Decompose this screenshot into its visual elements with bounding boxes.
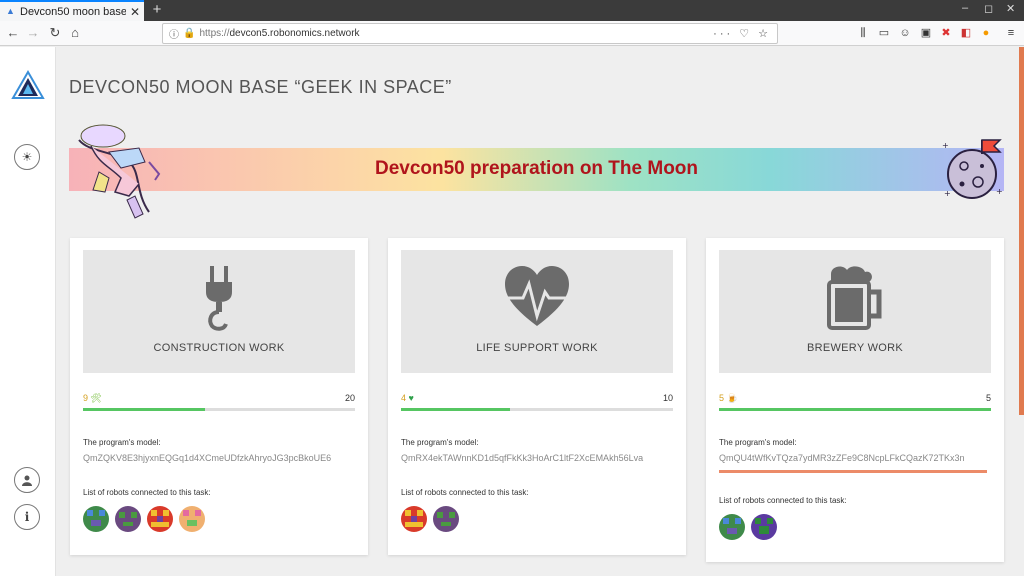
task-card-header: BREWERY WORK [719, 250, 991, 373]
progress-max: 20 [344, 393, 355, 403]
banner-title: Devcon50 preparation on The Moon [374, 158, 699, 179]
progress-max: 10 [662, 393, 673, 403]
astronaut-illustration [78, 124, 161, 219]
task-card-title: BREWERY WORK [806, 342, 904, 354]
task-card-header: CONSTRUCTION WORK [83, 250, 355, 373]
model-label: The program's model: [401, 438, 479, 447]
app-sidebar: ☀ i [0, 47, 56, 576]
page-title: DEVCON50 MOON BASE “GEEK IN SPACE” [69, 77, 452, 97]
robot-avatar[interactable] [401, 506, 427, 532]
robots-label: List of robots connected to this task: [719, 496, 847, 505]
sidebar-toggle-icon[interactable]: ▭ [877, 26, 891, 40]
lock-icon: 🔒 [183, 28, 196, 39]
extension-icon[interactable]: ● [979, 26, 993, 40]
progress-current: 4 ♥ [401, 393, 414, 403]
home-icon[interactable]: ⌂ [66, 24, 84, 42]
url-protocol: https:// [199, 28, 230, 39]
model-underline [719, 470, 987, 473]
progress-counts: 9 🛠 20 [83, 393, 355, 405]
extension-icon[interactable]: ✖ [939, 26, 953, 40]
task-card-construction[interactable]: CONSTRUCTION WORK 9 🛠 20 The program's m… [70, 238, 368, 555]
model-hash[interactable]: QmZQKV8E3hjyxnEQGq1d4XCmeUDfzkAhryoJG3pc… [83, 453, 355, 463]
url-bar[interactable]: ⓘ 🔒 https:// devcon5.robonomics.network … [162, 23, 778, 44]
robot-avatar[interactable] [147, 506, 173, 532]
page-actions[interactable]: ··· ♡ ☆ [713, 27, 771, 40]
svg-text:+: + [942, 141, 949, 150]
model-label: The program's model: [719, 438, 797, 447]
model-label: The program's model: [83, 438, 161, 447]
robot-avatar[interactable] [83, 506, 109, 532]
progress-fill [83, 408, 206, 411]
user-icon[interactable] [14, 467, 40, 493]
robot-avatar[interactable] [179, 506, 205, 532]
robot-avatar[interactable] [751, 514, 777, 540]
forward-icon[interactable]: → [24, 24, 42, 42]
model-hash[interactable]: QmQU4tWfKvTQza7ydMR3zZFe9C8NcpLFkCQazK72… [719, 453, 991, 463]
back-icon[interactable]: ← [4, 24, 22, 42]
info-icon[interactable]: ⓘ [169, 26, 179, 41]
banner: Devcon50 preparation on The Moon [69, 148, 1004, 191]
robonomics-logo[interactable] [11, 70, 45, 100]
close-tab-icon[interactable]: ✕ [126, 5, 144, 19]
crane-hook-icon [206, 266, 232, 331]
menu-icon[interactable]: ≡ [1004, 26, 1018, 40]
browser-tab[interactable]: ▲ Devcon50 moon base "G ✕ [0, 0, 144, 21]
reload-icon[interactable]: ↻ [46, 24, 64, 42]
robots-label: List of robots connected to this task: [401, 488, 529, 497]
robots-label: List of robots connected to this task: [83, 488, 211, 497]
progress-bar [401, 408, 673, 411]
progress-counts: 4 ♥ 10 [401, 393, 673, 405]
progress-fill [401, 408, 510, 411]
browser-tab-bar: ▲ Devcon50 moon base "G ✕ + – ◻ ✕ [0, 0, 1024, 21]
tab-title: Devcon50 moon base "G [20, 5, 126, 18]
account-icon[interactable]: ☺ [898, 26, 912, 40]
task-card-title: LIFE SUPPORT WORK [476, 342, 598, 354]
progress-current: 9 🛠 [83, 393, 102, 403]
robot-avatar[interactable] [719, 514, 745, 540]
extension-icon[interactable]: ▣ [919, 26, 933, 40]
progress-counts: 5 🍺 5 [719, 393, 991, 405]
heart-pulse-icon [505, 266, 569, 326]
robot-avatar[interactable] [115, 506, 141, 532]
new-tab-button[interactable]: + [148, 1, 166, 19]
browser-nav-bar: ← → ↻ ⌂ ⓘ 🔒 https:// devcon5.robonomics.… [0, 21, 1024, 46]
model-hash[interactable]: QmRX4ekTAWnnKD1d5qfFkKk3HoArC1ltF2XcEMAk… [401, 453, 673, 463]
scrollbar[interactable] [1019, 47, 1024, 415]
robots-list [401, 506, 459, 532]
progress-bar [83, 408, 355, 411]
task-card-title: CONSTRUCTION WORK [153, 342, 285, 354]
sun-icon[interactable]: ☀ [14, 144, 40, 170]
task-card-header: LIFE SUPPORT WORK [401, 250, 673, 373]
moon-flag-illustration: + + + [942, 139, 1003, 199]
robots-list [719, 514, 777, 540]
close-window-icon[interactable]: ✕ [1006, 2, 1015, 15]
task-card-brewery[interactable]: BREWERY WORK 5 🍺 5 The program's model: … [706, 238, 1004, 562]
restore-icon[interactable]: ◻ [984, 2, 993, 15]
favicon-icon: ▲ [6, 6, 15, 16]
svg-text:+: + [996, 187, 1003, 196]
progress-bar [719, 408, 991, 411]
library-icon[interactable]: ⫼ [856, 26, 870, 40]
url-host: devcon5.robonomics.network [229, 28, 360, 39]
minimize-icon[interactable]: – [962, 2, 968, 14]
beer-mug-icon [827, 266, 882, 330]
extension-icon[interactable]: ◧ [959, 26, 973, 40]
robots-list [83, 506, 205, 532]
progress-fill [719, 408, 991, 411]
svg-text:+: + [944, 189, 951, 198]
progress-current: 5 🍺 [719, 393, 738, 403]
robot-avatar[interactable] [433, 506, 459, 532]
info-icon[interactable]: i [14, 504, 40, 530]
progress-max: 5 [985, 393, 991, 403]
task-card-life-support[interactable]: LIFE SUPPORT WORK 4 ♥ 10 The program's m… [388, 238, 686, 555]
